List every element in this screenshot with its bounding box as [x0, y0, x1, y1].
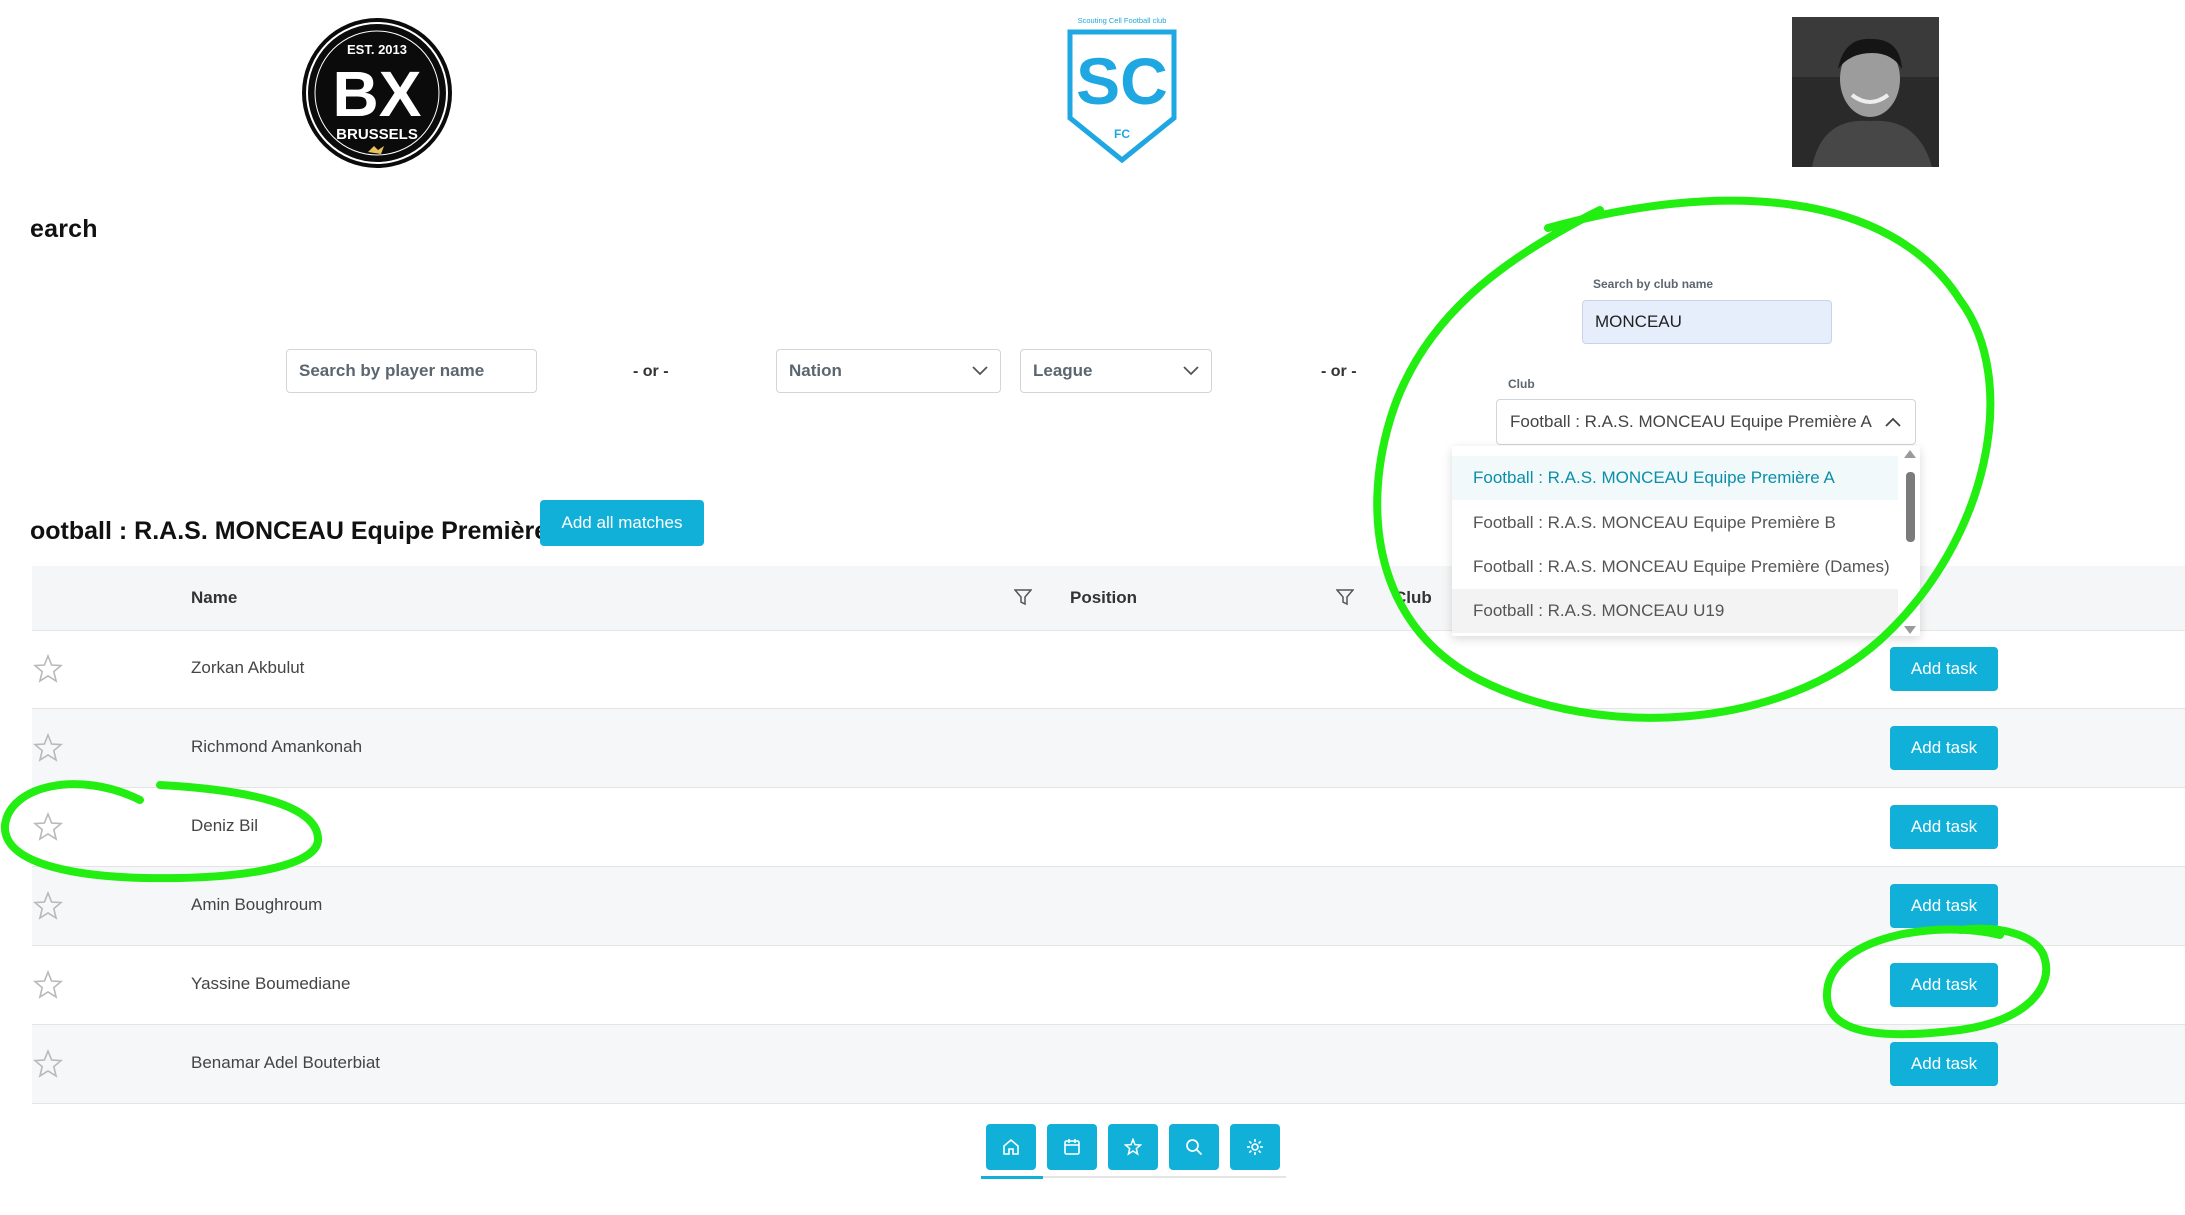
- table-row: Richmond Amankonah Add task: [32, 709, 2185, 788]
- scroll-thumb[interactable]: [1906, 472, 1915, 542]
- logo-est-text: EST. 2013: [347, 42, 407, 57]
- scouting-cell-logo: Scouting Cell Football club SC FC: [1062, 14, 1182, 166]
- or-separator: - or -: [1321, 363, 1357, 380]
- player-name[interactable]: Benamar Adel Bouterbiat: [191, 1053, 380, 1073]
- scroll-up-arrow-icon[interactable]: [1904, 450, 1916, 458]
- league-select[interactable]: League: [1020, 349, 1212, 393]
- gear-icon: [1247, 1139, 1263, 1155]
- scroll-down-arrow-icon[interactable]: [1904, 626, 1916, 634]
- chevron-down-icon: [1183, 366, 1199, 376]
- add-all-matches-button[interactable]: Add all matches: [540, 500, 704, 546]
- chevron-up-icon: [1885, 417, 1901, 427]
- club-select[interactable]: Football : R.A.S. MONCEAU Equipe Premièr…: [1496, 399, 1916, 445]
- player-name-placeholder: Search by player name: [299, 361, 485, 380]
- section-title: ootball : R.A.S. MONCEAU Equipe Première…: [30, 517, 573, 545]
- page-title: earch: [30, 215, 98, 243]
- filter-icon[interactable]: [1014, 588, 1032, 606]
- table-row: Zorkan Akbulut Add task: [32, 630, 2185, 709]
- star-icon[interactable]: [32, 653, 64, 685]
- logo-fc: FC: [1114, 127, 1130, 141]
- table-row: Deniz Bil Add task: [32, 788, 2185, 867]
- add-task-button[interactable]: Add task: [1890, 963, 1998, 1007]
- column-header-name[interactable]: Name: [191, 588, 237, 608]
- club-select-value: Football : R.A.S. MONCEAU Equipe Premièr…: [1510, 412, 1872, 431]
- club-option[interactable]: Football : R.A.S. MONCEAU Equipe Premièr…: [1452, 456, 1898, 500]
- league-select-label: League: [1033, 361, 1093, 380]
- player-name[interactable]: Yassine Boumediane: [191, 974, 350, 994]
- column-header-club[interactable]: Club: [1394, 588, 1432, 608]
- nav-favorites-button[interactable]: [1108, 1124, 1158, 1170]
- filter-icon[interactable]: [1336, 588, 1354, 606]
- nav-active-indicator: [981, 1176, 1043, 1179]
- player-name[interactable]: Zorkan Akbulut: [191, 658, 304, 678]
- chevron-down-icon: [972, 366, 988, 376]
- player-name[interactable]: Amin Boughroum: [191, 895, 322, 915]
- home-icon: [1003, 1138, 1019, 1155]
- column-header-position[interactable]: Position: [1070, 588, 1137, 608]
- logo-city: BRUSSELS: [336, 126, 418, 143]
- club-option[interactable]: Football : R.A.S. MONCEAU U19: [1452, 589, 1898, 633]
- star-icon[interactable]: [32, 811, 64, 843]
- add-task-button[interactable]: Add task: [1890, 805, 1998, 849]
- nav-home-button[interactable]: [986, 1124, 1036, 1170]
- player-name-search-input[interactable]: Search by player name: [286, 349, 537, 393]
- calendar-icon: [1064, 1139, 1080, 1155]
- club-dropdown-list[interactable]: Football : R.A.S. MONCEAU Equipe Premièr…: [1452, 446, 1920, 636]
- table-row: Yassine Boumediane Add task: [32, 946, 2185, 1025]
- search-icon: [1186, 1139, 1203, 1156]
- star-icon[interactable]: [32, 969, 64, 1001]
- star-icon[interactable]: [32, 1048, 64, 1080]
- nation-select-label: Nation: [789, 361, 842, 380]
- player-name[interactable]: Deniz Bil: [191, 816, 258, 836]
- logo-caption: Scouting Cell Football club: [1078, 16, 1167, 25]
- user-avatar[interactable]: [1792, 17, 1939, 167]
- nation-select[interactable]: Nation: [776, 349, 1001, 393]
- or-separator: - or -: [633, 363, 669, 380]
- star-icon: [1124, 1138, 1142, 1156]
- dropdown-scrollbar[interactable]: [1900, 446, 1920, 636]
- nav-calendar-button[interactable]: [1047, 1124, 1097, 1170]
- club-label: Club: [1508, 377, 1535, 391]
- logo-initials: BX: [333, 58, 422, 130]
- nav-search-button[interactable]: [1169, 1124, 1219, 1170]
- club-option[interactable]: Football : R.A.S. MONCEAU Equipe Premièr…: [1452, 501, 1898, 545]
- nav-settings-button[interactable]: [1230, 1124, 1280, 1170]
- add-task-button[interactable]: Add task: [1890, 647, 1998, 691]
- star-icon[interactable]: [32, 890, 64, 922]
- star-icon[interactable]: [32, 732, 64, 764]
- add-task-button[interactable]: Add task: [1890, 884, 1998, 928]
- add-task-button[interactable]: Add task: [1890, 1042, 1998, 1086]
- add-task-button[interactable]: Add task: [1890, 726, 1998, 770]
- table-row: Amin Boughroum Add task: [32, 867, 2185, 946]
- bottom-navigation: [981, 1124, 1286, 1180]
- player-name[interactable]: Richmond Amankonah: [191, 737, 362, 757]
- brussels-logo: EST. 2013 BX BRUSSELS: [302, 18, 452, 168]
- logo-sc-initials: SC: [1076, 44, 1168, 118]
- club-name-search-value: MONCEAU: [1595, 312, 1682, 331]
- club-name-search-input[interactable]: MONCEAU: [1582, 300, 1832, 344]
- club-search-label: Search by club name: [1593, 277, 1714, 291]
- club-option[interactable]: Football : R.A.S. MONCEAU Equipe Premièr…: [1452, 545, 1898, 589]
- table-row: Benamar Adel Bouterbiat Add task: [32, 1025, 2185, 1104]
